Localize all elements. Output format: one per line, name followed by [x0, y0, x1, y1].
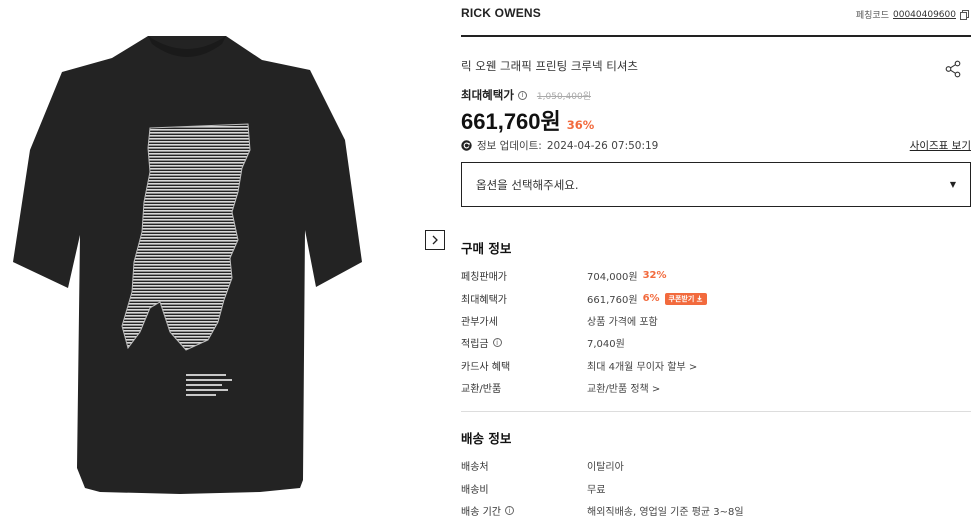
- discount-rate: 36%: [566, 118, 595, 132]
- refresh-icon: [461, 140, 472, 151]
- purchase-row: 페칭판매가 704,000원 32%: [461, 268, 971, 283]
- option-select[interactable]: 옵션을 선택해주세요. ▼: [461, 162, 971, 207]
- size-guide-link[interactable]: 사이즈표 보기: [910, 138, 971, 153]
- product-code: 페칭코드 00040409600: [856, 8, 969, 21]
- share-icon[interactable]: [945, 60, 961, 78]
- info-icon[interactable]: i: [492, 338, 502, 347]
- divider: [461, 35, 971, 37]
- coupon-label: 쿠폰받기: [668, 294, 695, 303]
- row-label: 배송 기간: [461, 507, 501, 518]
- product-detail-panel: RICK OWENS 페칭코드 00040409600 릭 오웬 그래픽 프린팅…: [461, 0, 971, 522]
- divider: [461, 411, 971, 412]
- sale-price: 661,760원: [461, 109, 561, 134]
- purchase-row: 최대혜택가 661,760원 6% 쿠폰받기: [461, 291, 971, 306]
- purchase-row: 관부가세 상품 가격에 포함: [461, 313, 971, 328]
- shipping-info-title: 배송 정보: [461, 431, 512, 446]
- brand-name[interactable]: RICK OWENS: [461, 6, 541, 20]
- caret-down-icon: ▼: [949, 180, 956, 189]
- row-value: 이탈리아: [587, 462, 624, 473]
- purchase-row: 카드사 혜택 최대 4개월 무이자 할부 >: [461, 358, 971, 373]
- coupon-button[interactable]: 쿠폰받기: [664, 292, 708, 305]
- return-policy-link[interactable]: 교환/반품 정책 >: [587, 380, 660, 395]
- row-label: 배송비: [461, 485, 489, 496]
- update-datetime: 2024-04-26 07:50:19: [546, 139, 659, 152]
- row-label: 배송처: [461, 462, 489, 473]
- update-label: 정보 업데이트:: [477, 140, 542, 152]
- row-label: 최대혜택가: [461, 295, 507, 306]
- row-value: 상품 가격에 포함: [587, 317, 658, 328]
- option-placeholder: 옵션을 선택해주세요.: [476, 177, 579, 192]
- row-label: 교환/반품: [461, 384, 502, 395]
- product-title: 릭 오웬 그래픽 프린팅 크루넥 티셔츠: [461, 59, 638, 73]
- shipping-row: 배송비 무료: [461, 481, 971, 496]
- purchase-row: 교환/반품 교환/반품 정책 >: [461, 380, 971, 395]
- info-icon[interactable]: i: [517, 90, 527, 100]
- row-value: 704,000원: [587, 272, 638, 283]
- product-code-value[interactable]: 00040409600: [893, 10, 956, 20]
- row-discount: 6%: [642, 293, 660, 304]
- shipping-row: 배송 기간 i 해외직배송, 영업일 기준 평균 3~8일: [461, 503, 971, 518]
- shipping-row: 배송처 이탈리아: [461, 458, 971, 473]
- product-code-label: 페칭코드: [855, 11, 889, 21]
- image-next-button[interactable]: [425, 230, 445, 250]
- download-icon: [697, 295, 703, 302]
- row-label: 관부가세: [461, 317, 498, 328]
- copy-icon[interactable]: [960, 9, 969, 20]
- purchase-row: 적립금 i 7,040원: [461, 335, 971, 350]
- update-info: 정보 업데이트: 2024-04-26 07:50:19: [461, 138, 658, 153]
- original-price: 1,050,400원: [536, 91, 591, 102]
- product-image: [13, 36, 362, 494]
- max-benefit-label: 최대혜택가 i 1,050,400원: [461, 87, 591, 103]
- row-label: 페칭판매가: [461, 272, 507, 283]
- row-label: 적립금: [461, 339, 489, 350]
- row-label: 카드사 혜택: [461, 362, 511, 373]
- info-icon[interactable]: i: [504, 506, 514, 515]
- chevron-right-icon: [432, 235, 438, 245]
- max-benefit-title: 최대혜택가: [461, 88, 514, 102]
- row-value: 해외직배송, 영업일 기준 평균 3~8일: [587, 507, 744, 518]
- row-value: 무료: [587, 485, 606, 496]
- row-discount: 32%: [642, 270, 667, 281]
- card-benefit-link[interactable]: 최대 4개월 무이자 할부 >: [587, 358, 697, 373]
- row-value: 661,760원: [587, 295, 638, 306]
- price-row: 661,760원 36%: [461, 104, 594, 136]
- purchase-info-title: 구매 정보: [461, 241, 512, 256]
- row-value: 7,040원: [587, 339, 625, 350]
